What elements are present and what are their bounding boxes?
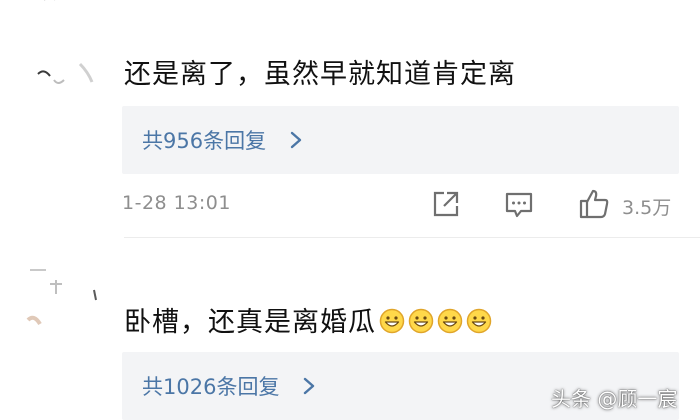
- comment-icon[interactable]: [505, 191, 533, 219]
- view-replies-button[interactable]: 共956条回复: [122, 106, 679, 174]
- avatar[interactable]: [40, 0, 70, 6]
- chevron-right-icon: [288, 130, 304, 150]
- thumbs-up-icon[interactable]: [578, 188, 610, 220]
- comment-text: 还是离了，虽然早就知道肯定离: [124, 59, 516, 90]
- avatar[interactable]: [20, 262, 110, 332]
- comment-divider: [124, 237, 700, 238]
- comment-text-body: 卧槽，还真是离婚瓜: [124, 307, 376, 338]
- avatar[interactable]: [34, 58, 98, 90]
- watermark: 头条 @顾一宸: [551, 387, 678, 411]
- grinning-face-icon: [408, 308, 434, 334]
- reply-count-label: 共1026条回复: [142, 375, 280, 399]
- chevron-right-icon: [301, 376, 317, 396]
- comment-timestamp: 1-28 13:01: [122, 192, 231, 214]
- grinning-face-icon: [379, 308, 405, 334]
- like-count: 3.5万: [622, 197, 672, 219]
- reply-count-label: 共956条回复: [142, 129, 267, 153]
- grinning-face-icon: [437, 308, 463, 334]
- comment-text: 卧槽，还真是离婚瓜: [124, 306, 492, 340]
- grinning-face-icon: [466, 308, 492, 334]
- share-icon[interactable]: [432, 190, 460, 218]
